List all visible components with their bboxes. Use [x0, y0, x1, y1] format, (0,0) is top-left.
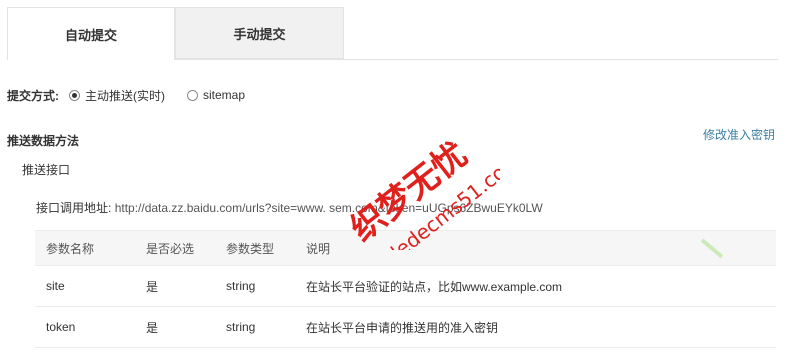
- radio-checked-icon[interactable]: [69, 89, 80, 101]
- watermark-logo: 织梦无忧 dedecms51.com: [343, 134, 500, 250]
- radio-unchecked-icon[interactable]: [187, 89, 198, 101]
- submit-tabs: 自动提交 手动提交: [7, 7, 778, 60]
- section-title: 推送数据方法: [7, 134, 80, 148]
- header-required: 是否必选: [146, 241, 195, 256]
- params-table: 参数名称 是否必选 参数类型 说明 site 是 string 在站长平台验证的…: [35, 230, 776, 348]
- submit-method-row: 提交方式: 主动推送(实时) sitemap: [7, 86, 267, 104]
- radio-sitemap[interactable]: sitemap: [187, 88, 245, 102]
- radio-active-push-label: 主动推送(实时): [85, 88, 165, 103]
- radio-active-push[interactable]: 主动推送(实时): [69, 87, 165, 104]
- param-name-cell: site: [46, 279, 65, 293]
- api-url: http://data.zz.baidu.com/urls?site=www. …: [114, 201, 543, 215]
- param-required-cell: 是: [146, 279, 159, 294]
- api-address-row: 接口调用地址: http://data.zz.baidu.com/urls?si…: [36, 199, 543, 216]
- header-param-type: 参数类型: [226, 241, 275, 256]
- table-row: site 是 string 在站长平台验证的站点，比如www.example.c…: [35, 266, 776, 307]
- param-description-cell: 在站长平台验证的站点，比如www.example.com: [306, 279, 563, 294]
- header-param-name: 参数名称: [46, 241, 95, 256]
- api-address-label: 接口调用地址:: [36, 201, 112, 215]
- header-description: 说明: [306, 241, 331, 256]
- param-description-cell: 在站长平台申请的推送用的准入密钥: [306, 320, 499, 335]
- param-type-cell: string: [226, 320, 256, 334]
- radio-sitemap-label: sitemap: [203, 88, 246, 102]
- tab-manual-submit[interactable]: 手动提交: [175, 7, 344, 59]
- param-name-cell: token: [46, 320, 76, 334]
- table-row: token 是 string 在站长平台申请的推送用的准入密钥: [35, 307, 776, 348]
- param-type-cell: string: [226, 279, 256, 293]
- table-header-row: 参数名称 是否必选 参数类型 说明: [35, 230, 776, 266]
- edit-access-key-link[interactable]: 修改准入密钥: [703, 126, 775, 143]
- push-interface-subtitle: 推送接口: [22, 163, 71, 177]
- submit-method-label: 提交方式:: [7, 88, 59, 103]
- param-required-cell: 是: [146, 320, 159, 335]
- tab-auto-submit[interactable]: 自动提交: [7, 7, 175, 60]
